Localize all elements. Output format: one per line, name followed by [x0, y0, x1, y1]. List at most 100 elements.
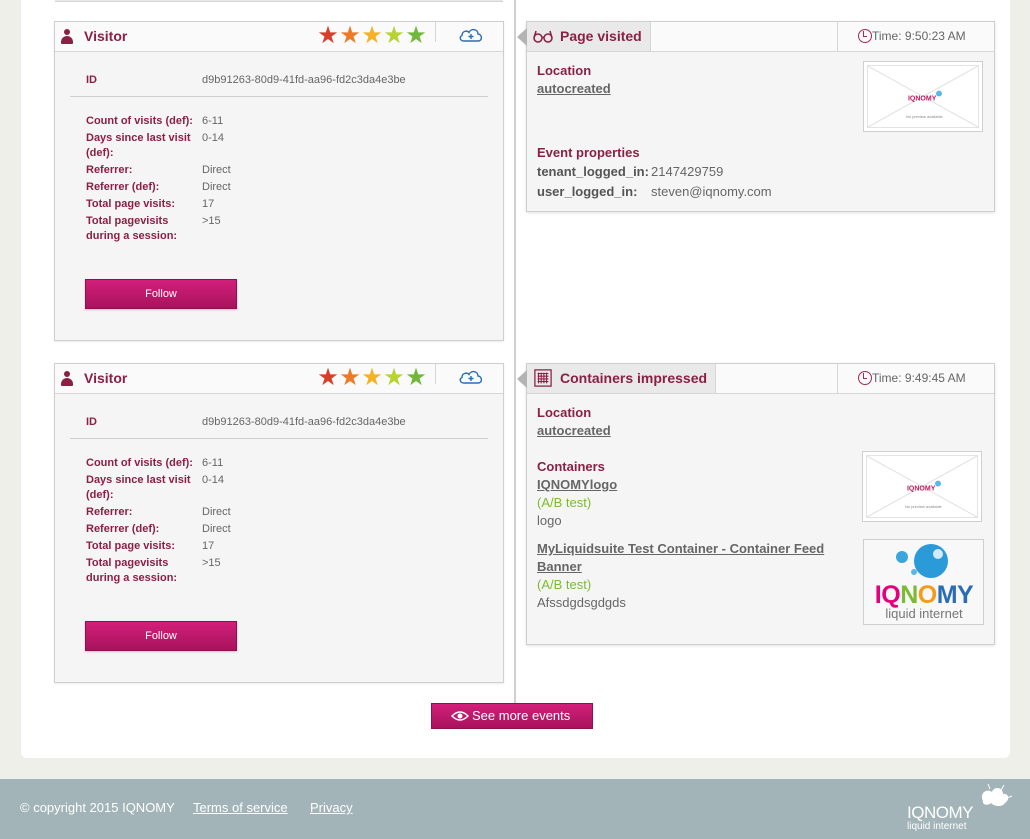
- terms-link[interactable]: Terms of service: [193, 800, 288, 815]
- footer-logo-text: IQNOMY: [907, 803, 973, 822]
- no-preview-image: IQNOMY No preview available: [868, 66, 978, 127]
- copyright-text: © copyright 2015 IQNOMY: [20, 800, 175, 815]
- property-row: Total page visits: 17: [86, 539, 486, 554]
- see-more-label: See more events: [472, 708, 571, 723]
- clock-icon: [858, 29, 872, 43]
- visitor-title: Visitor: [84, 370, 128, 386]
- svg-text:IQNOMY: IQNOMY: [875, 581, 974, 609]
- privacy-link[interactable]: Privacy: [310, 800, 353, 815]
- property-value: Direct: [202, 164, 231, 176]
- star-icon: ★: [361, 364, 383, 391]
- property-value: Direct: [202, 523, 231, 535]
- property-row: Count of visits (def): 6-11: [86, 114, 486, 129]
- property-label: Total pagevisits during a session:: [86, 557, 178, 584]
- event-property-row: user_logged_in: steven@iqnomy.com: [537, 182, 984, 202]
- thumb-caption: No preview available: [906, 114, 944, 119]
- divider: [70, 438, 488, 439]
- footer: © copyright 2015 IQNOMY Terms of service…: [0, 779, 1030, 839]
- iqnomy-logo-preview: IQNOMY liquid internet: [863, 539, 984, 625]
- timeline-line: [514, 0, 516, 704]
- star-icon: ★: [361, 22, 383, 49]
- event-time: Time: 9:50:23 AM: [837, 22, 994, 51]
- property-row: Total page visits: 17: [86, 197, 486, 212]
- property-row: Total pagevisits during a session: >15: [86, 214, 486, 244]
- star-icon: ★: [383, 22, 405, 49]
- event-properties-label: Event properties: [537, 145, 640, 160]
- eye-icon: [451, 711, 469, 721]
- glasses-icon: [533, 30, 553, 43]
- container-link[interactable]: MyLiquidsuite Test Container - Container…: [537, 540, 847, 576]
- visitor-card-header: Visitor ★ ★ ★ ★ ★: [55, 364, 503, 394]
- event-header: Page visited Time: 9:50:23 AM: [527, 22, 994, 52]
- follow-button[interactable]: Follow: [85, 279, 237, 309]
- property-label: Days since last visit (def):: [86, 474, 191, 501]
- property-value: Direct: [202, 181, 231, 193]
- property-label: Total page visits:: [86, 540, 176, 552]
- visitor-id-label: ID: [86, 416, 97, 428]
- clock-icon: [858, 371, 872, 385]
- timeline-pointer: [517, 370, 527, 388]
- star-icon: ★: [317, 22, 339, 49]
- event-title: Containers impressed: [560, 370, 708, 386]
- header-divider: [435, 22, 436, 42]
- property-value: >15: [202, 215, 221, 227]
- visitor-card: Visitor ★ ★ ★ ★ ★ ID d9b91263-80d9-41fd-…: [54, 21, 504, 341]
- property-value: 0-14: [202, 132, 225, 144]
- event-property-value: 2147429759: [651, 164, 724, 179]
- event-property-row: tenant_logged_in: 2147429759: [537, 162, 984, 182]
- property-row: Referrer (def): Direct: [86, 180, 486, 195]
- star-icon: ★: [383, 364, 405, 391]
- property-label: Referrer:: [86, 506, 133, 518]
- star-icon: ★: [317, 364, 339, 391]
- property-value: 6-11: [202, 115, 224, 127]
- visitor-properties: Count of visits (def): 6-11 Days since la…: [86, 114, 486, 246]
- property-value: 17: [202, 540, 215, 552]
- property-label: Days since last visit (def):: [86, 132, 191, 159]
- property-value: Direct: [202, 506, 231, 518]
- property-label: Referrer:: [86, 164, 133, 176]
- star-icon: ★: [339, 22, 361, 49]
- event-time-text: Time: 9:49:45 AM: [872, 371, 966, 385]
- no-preview-image: IQNOMY No preview available: [867, 456, 977, 517]
- property-row: Days since last visit (def): 0-14: [86, 131, 486, 161]
- svg-text:IQNOMY: IQNOMY: [907, 485, 936, 492]
- cloud-upload-icon[interactable]: [458, 368, 484, 386]
- iqnomy-logo: IQNOMY liquid internet: [875, 544, 975, 621]
- divider: [70, 96, 488, 97]
- rating-stars: ★ ★ ★ ★ ★: [317, 23, 427, 49]
- property-row: Referrer: Direct: [86, 163, 486, 178]
- location-link[interactable]: autocreated: [537, 422, 984, 440]
- logo-subtitle: liquid internet: [885, 606, 963, 621]
- property-label: Count of visits (def):: [86, 115, 193, 127]
- see-more-events-button[interactable]: See more events: [431, 703, 593, 729]
- property-label: Referrer (def):: [86, 181, 160, 193]
- event-property-key: tenant_logged_in:: [537, 164, 649, 179]
- event-time-text: Time: 9:50:23 AM: [872, 29, 966, 43]
- property-label: Count of visits (def):: [86, 457, 193, 469]
- visitor-properties: Count of visits (def): 6-11 Days since la…: [86, 456, 486, 588]
- grid-icon: [534, 369, 552, 387]
- property-value: 0-14: [202, 474, 225, 486]
- property-row: Referrer (def): Direct: [86, 522, 486, 537]
- property-row: Referrer: Direct: [86, 505, 486, 520]
- person-icon: [61, 29, 73, 45]
- property-row: Days since last visit (def): 0-14: [86, 473, 486, 503]
- visitor-id-label: ID: [86, 74, 97, 86]
- rating-stars: ★ ★ ★ ★ ★: [317, 365, 427, 391]
- event-property-key: user_logged_in:: [537, 184, 638, 199]
- page-preview-thumbnail: IQNOMY No preview available: [863, 61, 983, 132]
- footer-logo[interactable]: IQNOMY liquid internet: [905, 783, 1013, 833]
- visitor-card: Visitor ★ ★ ★ ★ ★ ID d9b91263-80d9-41fd-…: [54, 363, 504, 683]
- visitor-card-header: Visitor ★ ★ ★ ★ ★: [55, 22, 503, 52]
- property-label: Referrer (def):: [86, 523, 160, 535]
- event-title: Page visited: [560, 28, 642, 44]
- property-value: 6-11: [202, 457, 224, 469]
- event-time: Time: 9:49:45 AM: [837, 364, 994, 393]
- property-row: Count of visits (def): 6-11: [86, 456, 486, 471]
- thumb-caption: No preview available: [905, 504, 943, 509]
- follow-button[interactable]: Follow: [85, 621, 237, 651]
- visitor-title: Visitor: [84, 28, 128, 44]
- property-value: >15: [202, 557, 221, 569]
- cloud-upload-icon[interactable]: [458, 26, 484, 44]
- star-icon: ★: [405, 364, 427, 391]
